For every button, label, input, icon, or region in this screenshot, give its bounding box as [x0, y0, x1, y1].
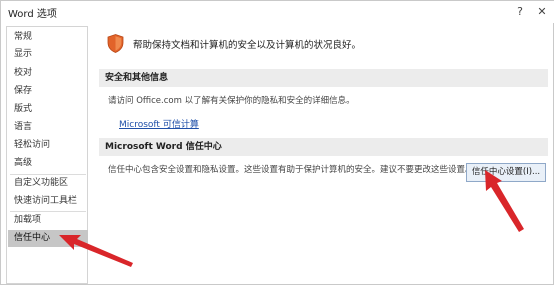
annotation-arrow-button: [485, 170, 524, 232]
word-options-dialog: Word 选项 ? ✕ 常规 显示 校对 保存 版式 语言 轻松访问 高级 自定…: [0, 0, 554, 285]
annotation-arrow-sidebar: [59, 235, 133, 267]
annotation-arrows: [59, 170, 524, 267]
